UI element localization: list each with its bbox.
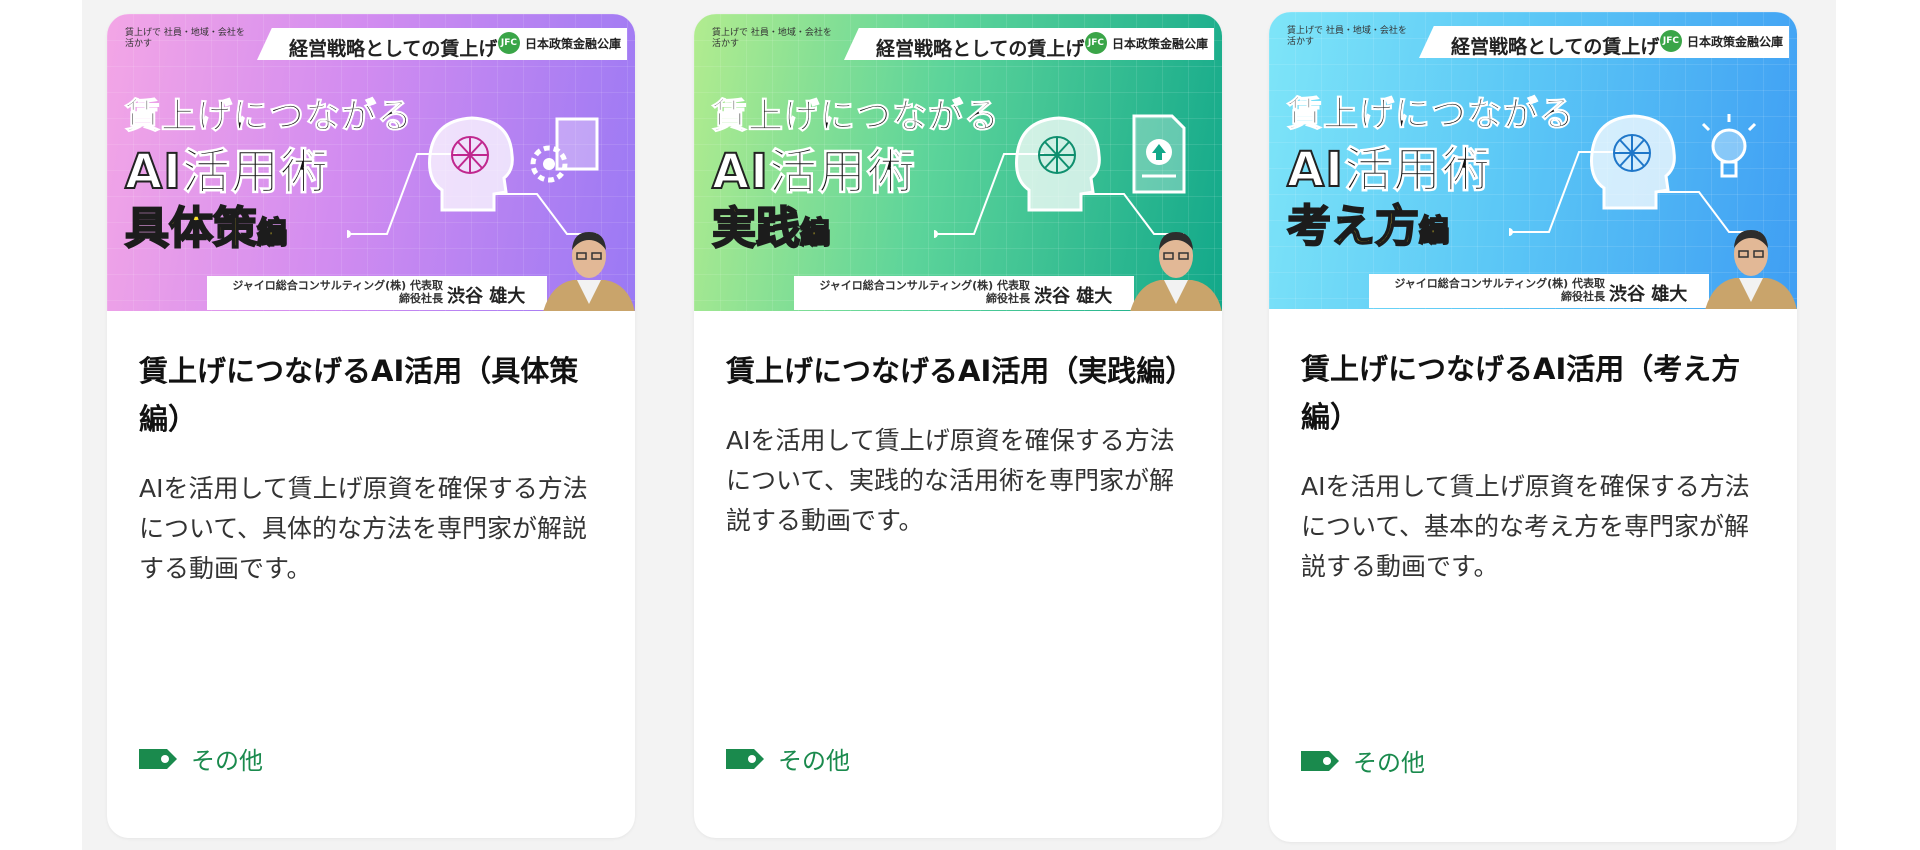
- card-body: 賃上げにつなげるAI活用（実践編） AIを活用して賃上げ原資を確保する方法につい…: [694, 311, 1222, 541]
- card-body: 賃上げにつなげるAI活用（具体策編） AIを活用して賃上げ原資を確保する方法につ…: [107, 311, 635, 589]
- thumb-title-topic: 実践: [711, 202, 801, 255]
- speaker-name: 渋谷 雄大: [1034, 286, 1113, 307]
- ai-head-icon: [428, 116, 514, 212]
- video-card[interactable]: 賃上げで 社員・地域・会社を活かす 経営戦略としての賃上げ JFC 日本政策金融…: [1269, 12, 1797, 842]
- category-tag[interactable]: その他: [1301, 743, 1425, 778]
- jfc-mark-icon: JFC: [1084, 32, 1107, 54]
- card-description: AIを活用して賃上げ原資を確保する方法について、具体的な方法を専門家が解説する動…: [139, 474, 588, 583]
- document-upload-icon: [1132, 114, 1186, 194]
- speaker-name: 渋谷 雄大: [1609, 284, 1688, 305]
- card-title[interactable]: 賃上げにつなげるAI活用（考え方編）: [1301, 345, 1765, 441]
- video-thumbnail[interactable]: 賃上げで 社員・地域・会社を活かす 経営戦略としての賃上げ JFC 日本政策金融…: [107, 14, 635, 311]
- card-description: AIを活用して賃上げ原資を確保する方法について、基本的な考え方を専門家が解説する…: [1301, 472, 1750, 581]
- tag-icon: [139, 748, 177, 769]
- tag-label[interactable]: その他: [191, 741, 263, 776]
- jfc-name: 日本政策金融公庫: [1686, 34, 1783, 49]
- jfc-name: 日本政策金融公庫: [1111, 36, 1208, 51]
- speaker-company: ジャイロ総合コンサルティング(株) 代表取締役社長: [819, 279, 1030, 305]
- tag-icon: [726, 748, 764, 769]
- jfc-logo: JFC 日本政策金融公庫: [497, 32, 621, 54]
- thumb-title-topic: 具体策: [124, 202, 258, 255]
- thumb-title-suffix: 編: [256, 215, 288, 252]
- category-tag[interactable]: その他: [139, 741, 263, 776]
- speaker-portrait: [1705, 230, 1797, 309]
- banner-tagline: 賃上げで 社員・地域・会社を活かす: [712, 28, 832, 49]
- jfc-logo: JFC 日本政策金融公庫: [1659, 30, 1783, 52]
- lightbulb-icon: [1701, 114, 1757, 178]
- jfc-mark-icon: JFC: [497, 32, 520, 54]
- card-description: AIを活用して賃上げ原資を確保する方法について、実践的な活用術を専門家が解説する…: [726, 426, 1175, 535]
- thumb-title-line3: 実践編: [711, 192, 831, 256]
- speaker-portrait: [543, 232, 635, 311]
- card-title[interactable]: 賃上げにつなげるAI活用（実践編）: [726, 347, 1194, 395]
- tag-label[interactable]: その他: [1353, 743, 1425, 778]
- gear-document-icon: [530, 117, 599, 183]
- thumb-title-suffix: 編: [799, 215, 831, 252]
- video-card[interactable]: 賃上げで 社員・地域・会社を活かす 経営戦略としての賃上げ JFC 日本政策金融…: [694, 14, 1222, 838]
- banner-tagline: 賃上げで 社員・地域・会社を活かす: [125, 28, 245, 49]
- tag-label[interactable]: その他: [778, 741, 850, 776]
- card-body: 賃上げにつなげるAI活用（考え方編） AIを活用して賃上げ原資を確保する方法につ…: [1269, 309, 1797, 587]
- banner-strategy: 経営戦略としての賃上げ: [876, 38, 1085, 60]
- jfc-logo: JFC 日本政策金融公庫: [1084, 32, 1208, 54]
- thumb-title-suffix: 編: [1418, 213, 1450, 250]
- video-card[interactable]: 賃上げで 社員・地域・会社を活かす 経営戦略としての賃上げ JFC 日本政策金融…: [107, 14, 635, 838]
- speaker-name: 渋谷 雄大: [447, 286, 526, 307]
- thumb-title-line3: 考え方編: [1286, 190, 1450, 254]
- thumb-title-line3: 具体策編: [124, 192, 288, 256]
- category-tag[interactable]: その他: [726, 741, 850, 776]
- video-thumbnail[interactable]: 賃上げで 社員・地域・会社を活かす 経営戦略としての賃上げ JFC 日本政策金融…: [1269, 12, 1797, 309]
- banner-strategy: 経営戦略としての賃上げ: [289, 38, 498, 60]
- ai-head-icon: [1590, 114, 1676, 210]
- speaker-company: ジャイロ総合コンサルティング(株) 代表取締役社長: [232, 279, 443, 305]
- video-thumbnail[interactable]: 賃上げで 社員・地域・会社を活かす 経営戦略としての賃上げ JFC 日本政策金融…: [694, 14, 1222, 311]
- banner-strategy: 経営戦略としての賃上げ: [1451, 36, 1660, 58]
- jfc-mark-icon: JFC: [1659, 30, 1682, 52]
- tag-icon: [1301, 750, 1339, 771]
- speaker-portrait: [1130, 232, 1222, 311]
- card-title[interactable]: 賃上げにつなげるAI活用（具体策編）: [139, 347, 603, 443]
- speaker-company: ジャイロ総合コンサルティング(株) 代表取締役社長: [1394, 277, 1605, 303]
- ai-head-icon: [1015, 116, 1101, 212]
- thumb-title-topic: 考え方: [1286, 200, 1420, 253]
- jfc-name: 日本政策金融公庫: [524, 36, 621, 51]
- banner-tagline: 賃上げで 社員・地域・会社を活かす: [1287, 26, 1407, 47]
